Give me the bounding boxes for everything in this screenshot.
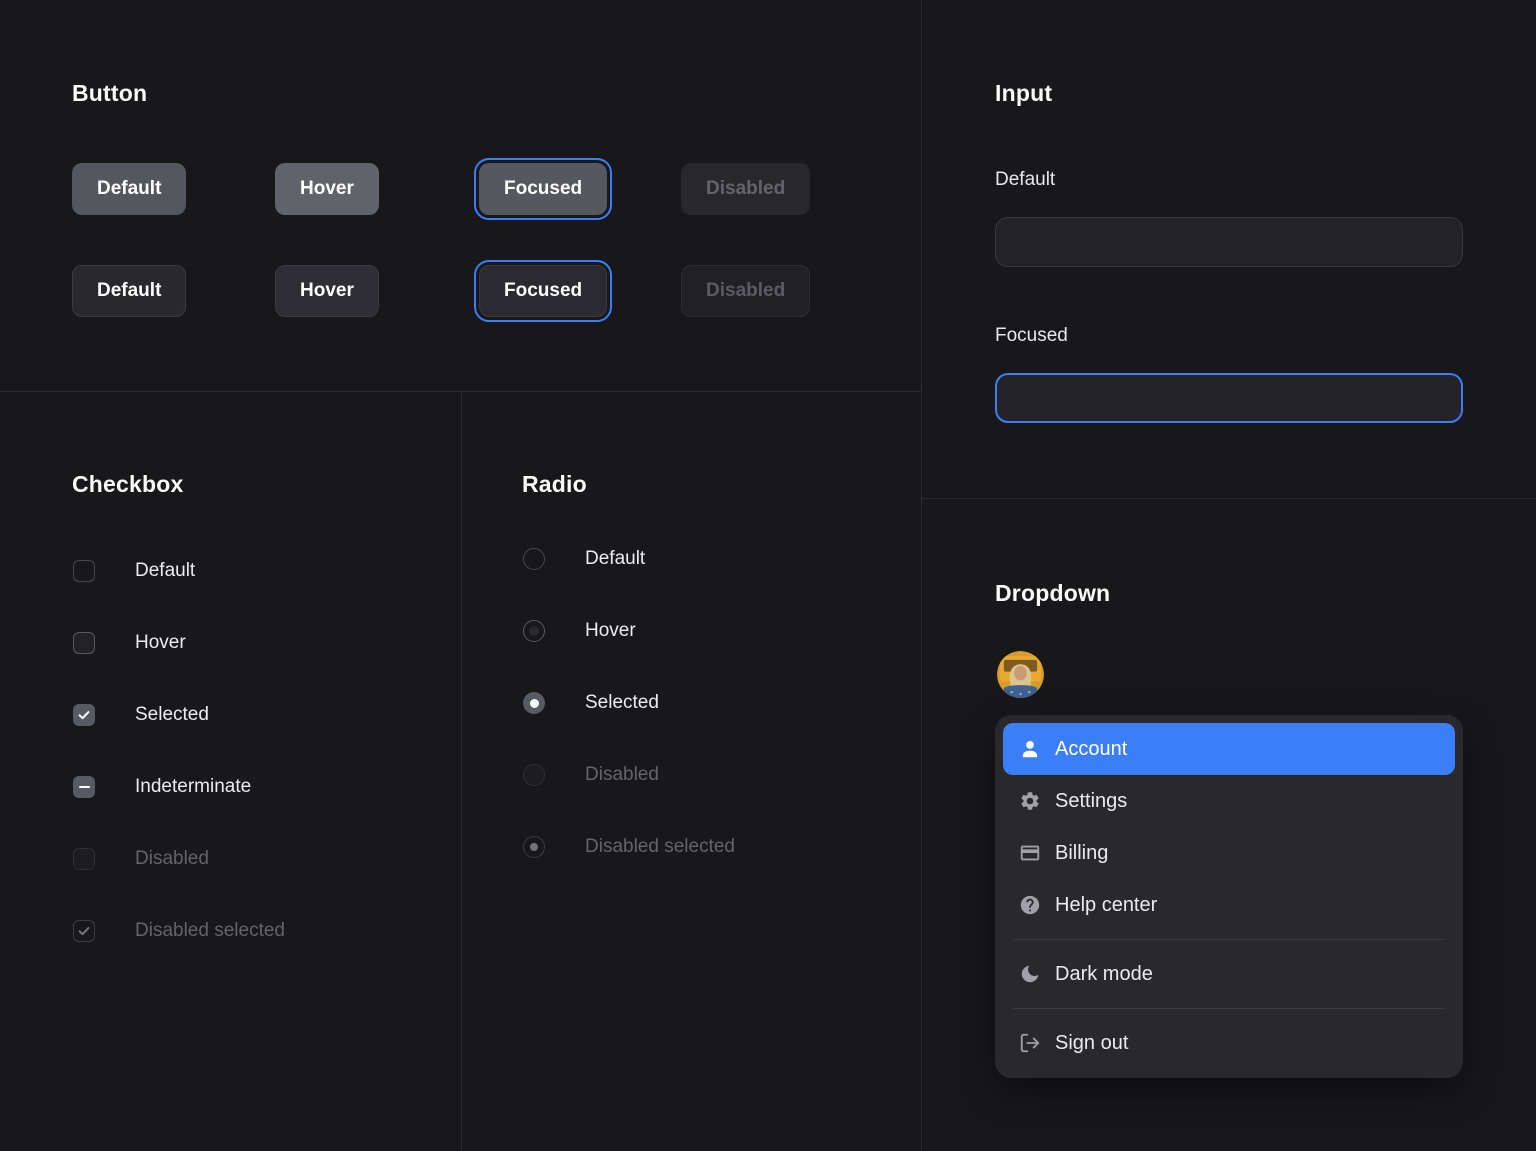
menu-item-billing-label: Billing (1055, 842, 1108, 865)
checkbox-selected-label: Selected (135, 704, 209, 726)
radio-selected-label: Selected (585, 692, 659, 714)
sign-out-icon (1019, 1032, 1041, 1054)
menu-item-account[interactable]: Account (1003, 723, 1455, 775)
button-secondary-default[interactable]: Default (72, 265, 186, 317)
checkbox-hover[interactable] (73, 632, 95, 654)
dropdown-menu: Account Settings Billing Help center Da (995, 715, 1463, 1078)
checkbox-selected[interactable] (73, 704, 95, 726)
horizontal-divider-right (922, 498, 1536, 499)
checkbox-disabled (73, 848, 95, 870)
button-primary-hover[interactable]: Hover (275, 163, 379, 215)
menu-item-sign-out[interactable]: Sign out (1003, 1017, 1455, 1069)
radio-row-disabled: Disabled (523, 763, 659, 787)
radio-disabled-selected (523, 836, 545, 858)
menu-item-help-center[interactable]: Help center (1003, 879, 1455, 931)
checkbox-disabled-selected (73, 920, 95, 942)
radio-selected-dot (530, 699, 539, 708)
button-secondary-disabled: Disabled (681, 265, 810, 317)
menu-item-help-center-label: Help center (1055, 894, 1157, 917)
button-primary-focused[interactable]: Focused (479, 163, 607, 215)
menu-item-dark-mode-label: Dark mode (1055, 963, 1153, 986)
button-section-title: Button (72, 80, 147, 107)
component-showcase-page: Button Default Hover Focused Disabled De… (0, 0, 1536, 1151)
checkbox-default-label: Default (135, 560, 195, 582)
vertical-divider-checkbox-radio (461, 392, 462, 1151)
user-avatar[interactable] (997, 651, 1044, 698)
checkbox-section-title: Checkbox (72, 471, 184, 498)
radio-disabled-label: Disabled (585, 764, 659, 786)
input-section-title: Input (995, 80, 1052, 107)
check-icon-disabled (77, 924, 91, 938)
button-primary-default[interactable]: Default (72, 163, 186, 215)
checkbox-disabled-label: Disabled (135, 848, 209, 870)
radio-selected[interactable] (523, 692, 545, 714)
menu-item-billing[interactable]: Billing (1003, 827, 1455, 879)
checkbox-row-disabled-selected: Disabled selected (73, 919, 285, 943)
checkbox-disabled-selected-label: Disabled selected (135, 920, 285, 942)
radio-disabled (523, 764, 545, 786)
dropdown-section-title: Dropdown (995, 580, 1110, 607)
menu-divider-1 (1013, 939, 1445, 940)
radio-default-label: Default (585, 548, 645, 570)
credit-card-icon (1019, 842, 1041, 864)
checkbox-hover-label: Hover (135, 632, 186, 654)
checkbox-row-disabled: Disabled (73, 847, 209, 871)
gear-icon (1019, 790, 1041, 812)
menu-item-settings[interactable]: Settings (1003, 775, 1455, 827)
checkbox-indeterminate-label: Indeterminate (135, 776, 251, 798)
menu-item-dark-mode[interactable]: Dark mode (1003, 948, 1455, 1000)
checkbox-indeterminate[interactable] (73, 776, 95, 798)
input-default-label: Default (995, 169, 1055, 191)
button-primary-disabled: Disabled (681, 163, 810, 215)
button-secondary-focused[interactable]: Focused (479, 265, 607, 317)
help-icon (1019, 894, 1041, 916)
text-input-default[interactable] (995, 217, 1463, 267)
check-icon (77, 708, 91, 722)
radio-hover-label: Hover (585, 620, 636, 642)
indeterminate-dash-icon (79, 786, 90, 789)
menu-item-account-label: Account (1055, 738, 1127, 761)
button-secondary-hover[interactable]: Hover (275, 265, 379, 317)
input-focused-label: Focused (995, 325, 1068, 347)
menu-divider-2 (1013, 1008, 1445, 1009)
user-icon (1019, 738, 1041, 760)
user-avatar-image (997, 651, 1044, 698)
checkbox-row-selected: Selected (73, 703, 209, 727)
menu-item-sign-out-label: Sign out (1055, 1032, 1128, 1055)
radio-row-selected: Selected (523, 691, 659, 715)
vertical-divider-main (921, 0, 922, 1151)
menu-item-settings-label: Settings (1055, 790, 1127, 813)
radio-hover[interactable] (523, 620, 545, 642)
checkbox-row-hover: Hover (73, 631, 186, 655)
radio-disabled-selected-dot (530, 843, 538, 851)
checkbox-default[interactable] (73, 560, 95, 582)
radio-disabled-selected-label: Disabled selected (585, 836, 735, 858)
radio-section-title: Radio (522, 471, 587, 498)
radio-default[interactable] (523, 548, 545, 570)
checkbox-row-default: Default (73, 559, 195, 583)
text-input-focused[interactable] (995, 373, 1463, 423)
radio-row-default: Default (523, 547, 645, 571)
radio-row-hover: Hover (523, 619, 636, 643)
radio-hover-dot (529, 626, 539, 636)
moon-icon (1019, 963, 1041, 985)
radio-row-disabled-selected: Disabled selected (523, 835, 735, 859)
checkbox-row-indeterminate: Indeterminate (73, 775, 251, 799)
